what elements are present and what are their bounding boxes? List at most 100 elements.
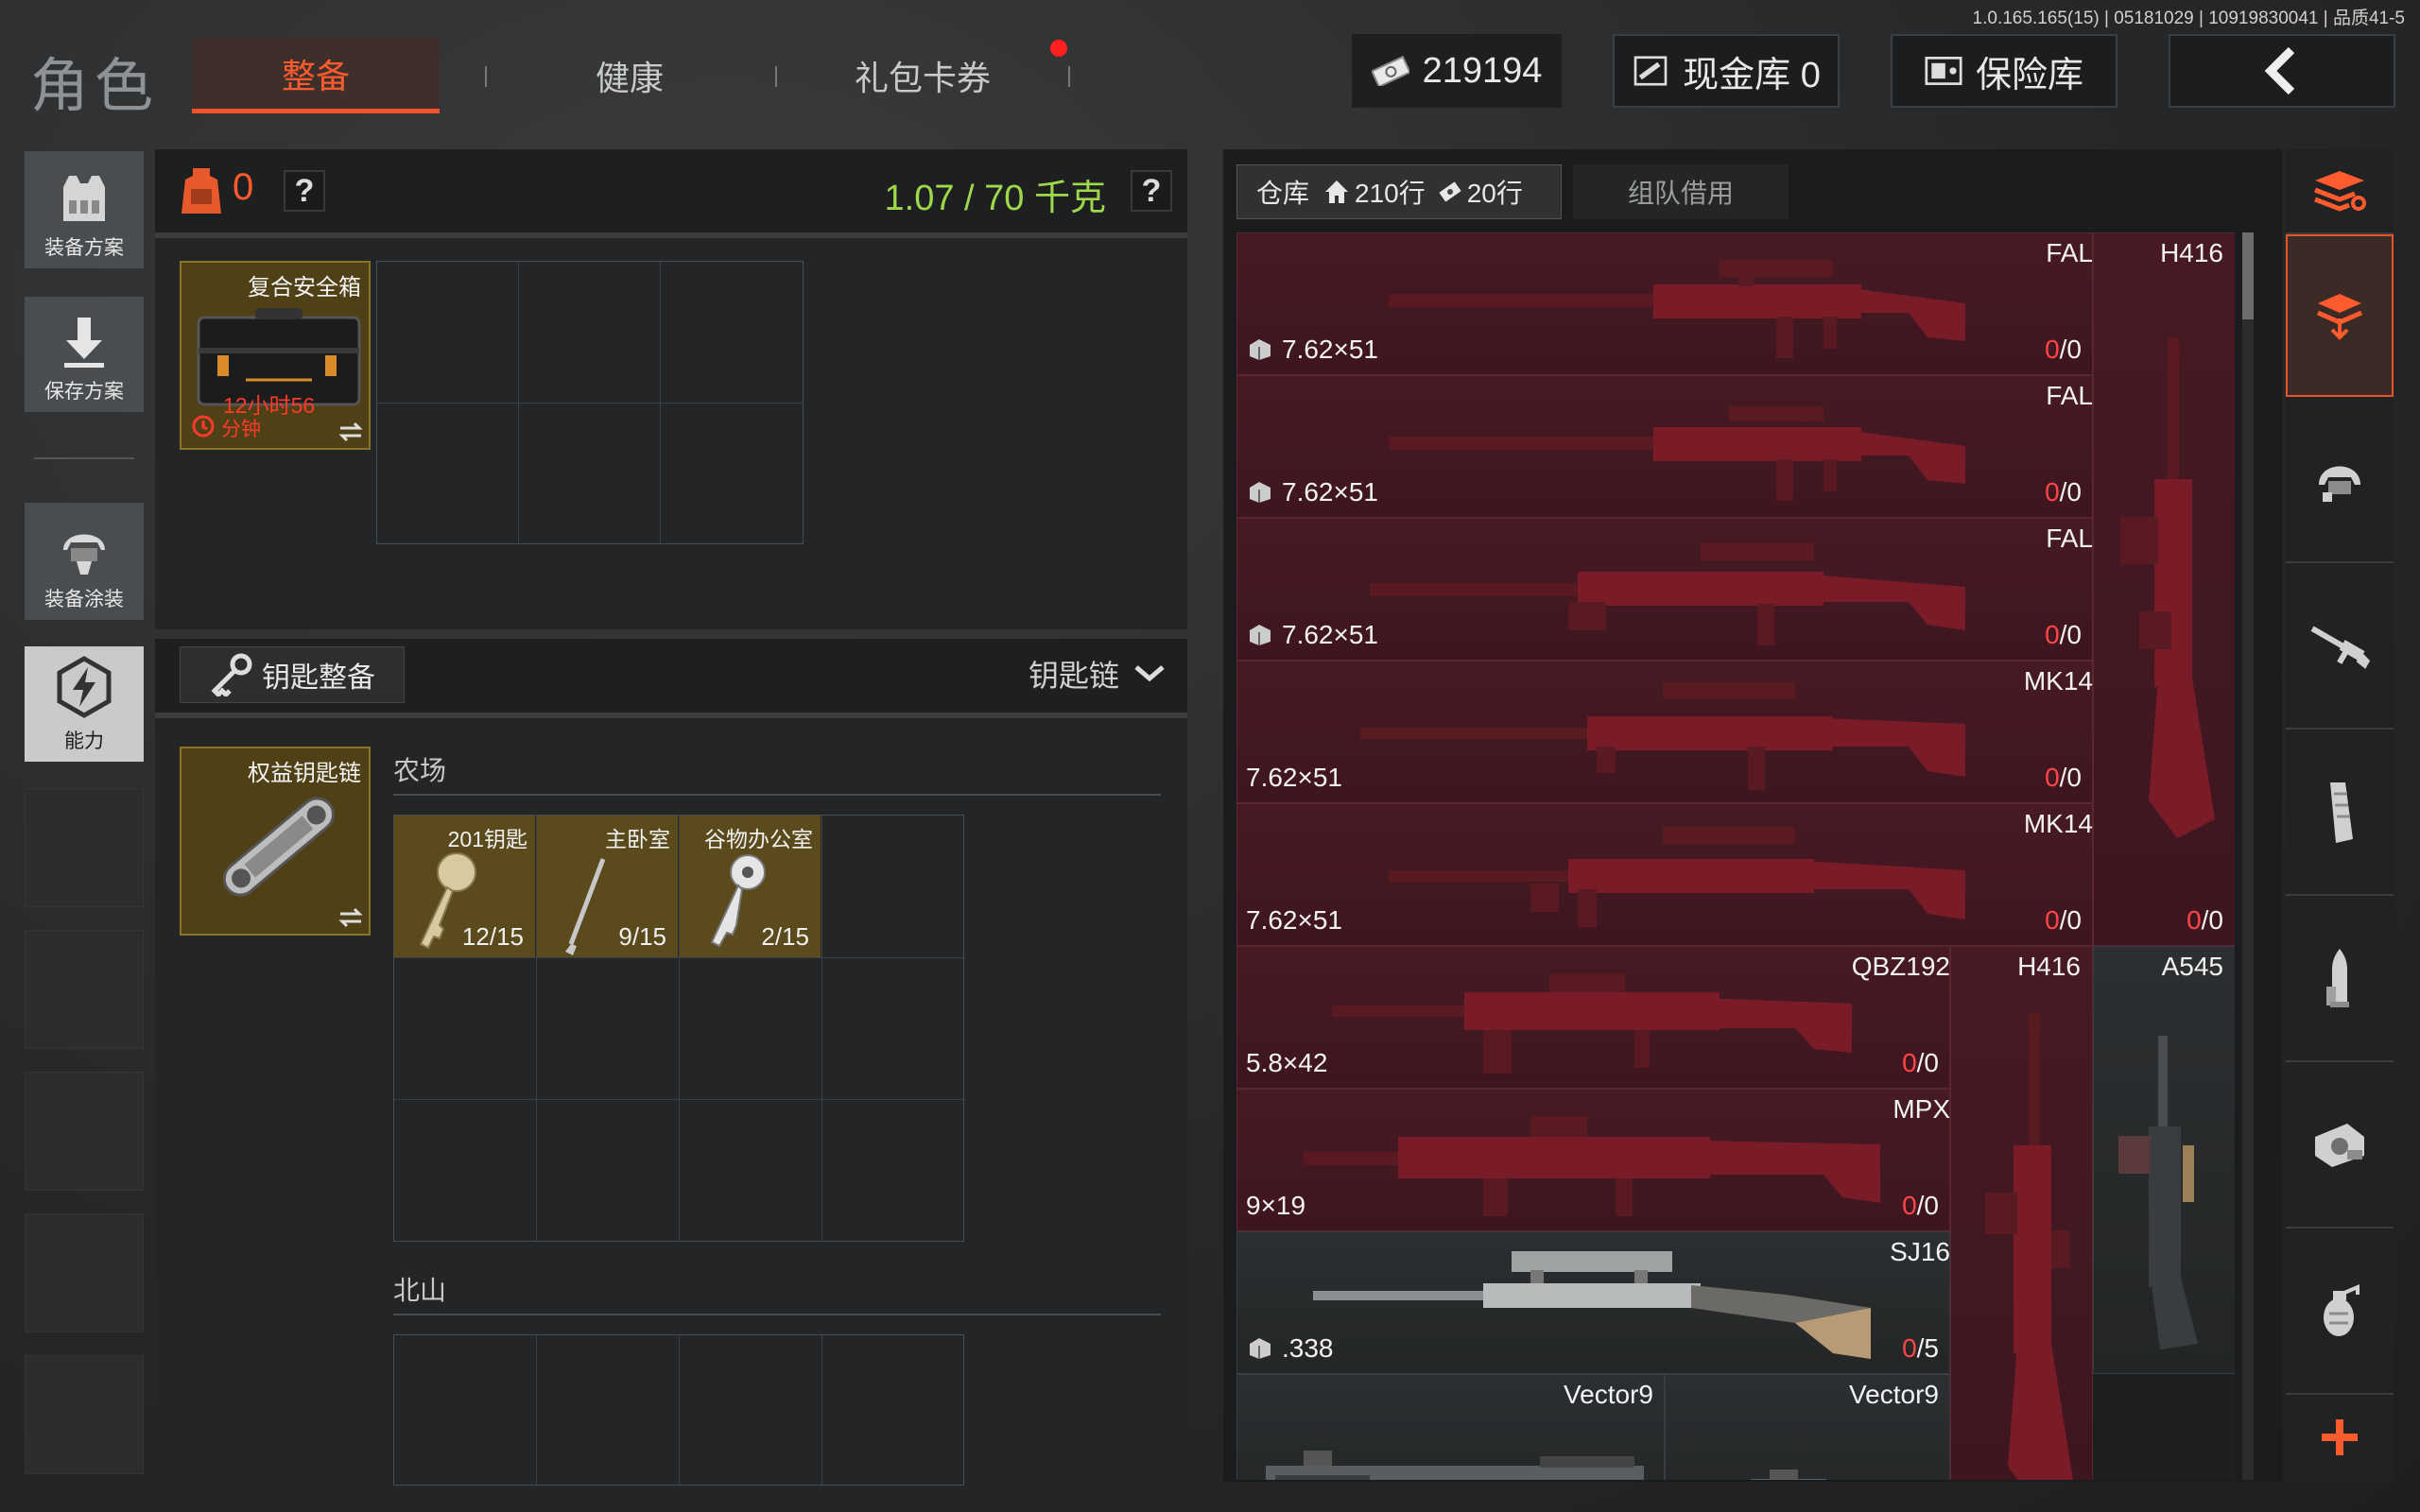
warehouse-rows: 210行 — [1355, 179, 1426, 208]
rifle-icon — [2310, 626, 2371, 669]
swap-icon[interactable] — [338, 421, 363, 442]
gear-header: 0 ? 1.07 / 70 千克 ? — [155, 149, 1187, 232]
cash-vault-button[interactable]: 现金库 0 — [1613, 34, 1840, 108]
weight-display: 1.07 / 70 千克 — [884, 179, 1106, 218]
weapon-item-vector9[interactable] — [1665, 1374, 1950, 1480]
beishan-key-grid[interactable] — [393, 1334, 964, 1486]
sj16-sniper-image — [1313, 1251, 1871, 1359]
menu-divider — [34, 457, 134, 459]
weapon-item-mpx[interactable] — [1236, 1089, 1950, 1231]
farm-key-grid[interactable]: 201钥匙 12/15 主卧室 9/15 谷物办公室 2/15 — [393, 815, 964, 1242]
key-count: 9/15 — [618, 922, 666, 951]
loadout-plan-label: 装备方案 — [44, 237, 124, 259]
keychain-item[interactable]: 权益钥匙链 — [180, 747, 371, 936]
grid-line — [394, 1099, 963, 1100]
category-rifle[interactable] — [2286, 563, 2394, 730]
scope-sight-icon — [2315, 1124, 2364, 1167]
currency-amount: 219194 — [1422, 50, 1543, 91]
warehouse-tab[interactable]: 仓库 210行 20行 — [1236, 164, 1562, 219]
ticket-icon — [1439, 181, 1461, 202]
grid-line — [536, 1335, 537, 1485]
vector9-smg-image — [1266, 1451, 1644, 1480]
weapon-item-fal[interactable] — [1236, 518, 2093, 661]
key-panel: 钥匙整备 钥匙链 权益钥匙链 农场 201钥匙 12/15 主卧室 9/15 谷… — [155, 639, 1187, 1486]
safe-box-item[interactable]: 复合安全箱 12小时56 分钟 — [180, 261, 371, 450]
category-ammo[interactable] — [2286, 896, 2394, 1062]
add-category-button[interactable] — [2286, 1395, 2394, 1480]
empty-ability-slot[interactable] — [25, 1355, 144, 1474]
weapon-item-fal[interactable] — [1236, 232, 2093, 375]
tab-divider — [485, 66, 487, 87]
gear-help-button[interactable]: ? — [284, 170, 325, 212]
safe-box-grid[interactable] — [376, 261, 804, 544]
weapon-item-mk14[interactable] — [1236, 803, 2093, 946]
empty-ability-slot[interactable] — [25, 930, 144, 1049]
tab-equip[interactable]: 整备 — [192, 38, 440, 113]
equipment-skin-button[interactable]: 装备涂装 — [25, 503, 144, 620]
grid-line — [394, 957, 963, 958]
weapon-item-a545[interactable] — [2093, 946, 2235, 1374]
weapon-item-sj16[interactable] — [1236, 1231, 1950, 1374]
warehouse-grid[interactable] — [1236, 232, 2235, 1480]
layers-download-icon — [2317, 294, 2362, 340]
mk14-rifle-image — [1389, 827, 1965, 927]
key-item[interactable]: 谷物办公室 2/15 — [680, 816, 821, 957]
back-arrow-icon — [2264, 46, 2295, 95]
weight-help-button[interactable]: ? — [1131, 170, 1172, 212]
weapon-item-qbz192[interactable] — [1236, 946, 1950, 1089]
magazine-icon — [2330, 782, 2353, 843]
save-plan-button[interactable]: 保存方案 — [25, 297, 144, 412]
weapon-item-fal[interactable] — [1236, 375, 2093, 518]
weapon-item-h416[interactable] — [2093, 232, 2235, 946]
category-magazine[interactable] — [2286, 730, 2394, 896]
safe-vault-button[interactable]: 保险库 — [1891, 34, 2118, 108]
key-item[interactable]: 201钥匙 12/15 — [394, 816, 536, 957]
ability-button[interactable]: 能力 — [25, 646, 144, 762]
empty-ability-slot[interactable] — [25, 1213, 144, 1332]
grid-line — [821, 1335, 822, 1485]
key-loadout-label: 钥匙整备 — [262, 662, 375, 694]
back-button[interactable] — [2169, 34, 2395, 108]
gear-count: 0 — [233, 166, 254, 208]
key-item[interactable]: 主卧室 9/15 — [537, 816, 679, 957]
ability-label: 能力 — [64, 730, 104, 752]
vest-icon — [63, 176, 105, 221]
vector9-smg-image — [1751, 1469, 1826, 1480]
safe-vault-icon — [1925, 57, 1962, 85]
cash-vault-label: 现金库 0 — [1683, 55, 1821, 95]
loadout-plan-button[interactable]: 装备方案 — [25, 151, 144, 268]
category-attachment[interactable] — [2286, 1062, 2394, 1228]
safe-box-name: 复合安全箱 — [248, 275, 361, 301]
divider — [155, 713, 1187, 718]
scrollbar-thumb[interactable] — [2242, 232, 2254, 319]
category-all[interactable] — [2286, 234, 2394, 397]
weapon-item-mk14[interactable] — [1236, 661, 2093, 803]
grenade-icon — [2324, 1283, 2360, 1336]
clock-icon — [192, 415, 215, 438]
sort-button[interactable] — [2286, 149, 2394, 234]
ammo-bullet-icon — [2326, 949, 2349, 1007]
key-name: 谷物办公室 — [704, 827, 813, 851]
keychain-dropdown-label: 钥匙链 — [1028, 659, 1119, 693]
safe-box-timer-unit: 分钟 — [221, 419, 261, 440]
tab-gift-cards[interactable]: 礼包卡券 — [799, 38, 1046, 113]
category-helmet[interactable] — [2286, 397, 2394, 563]
warehouse-scrollbar[interactable] — [2242, 232, 2254, 1480]
keychain-image — [222, 797, 335, 897]
weapon-item-vector9[interactable] — [1236, 1374, 1665, 1480]
skeleton-key-image — [565, 858, 606, 955]
tab-health[interactable]: 健康 — [506, 38, 753, 113]
category-grenade[interactable] — [2286, 1228, 2394, 1395]
key-name: 201钥匙 — [447, 827, 527, 851]
grid-line — [679, 1335, 680, 1485]
swap-icon[interactable] — [338, 907, 363, 928]
key-loadout-tab[interactable]: 钥匙整备 — [180, 646, 405, 703]
key-icon — [211, 653, 252, 696]
team-borrow-tab[interactable]: 组队借用 — [1573, 164, 1789, 219]
empty-ability-slot[interactable] — [25, 1072, 144, 1191]
chevron-down-icon — [1134, 665, 1165, 682]
weapon-item-h416[interactable] — [1950, 946, 2093, 1480]
keychain-dropdown[interactable]: 钥匙链 — [1028, 652, 1168, 696]
a545-rifle-vertical-image — [2118, 1036, 2198, 1349]
empty-ability-slot[interactable] — [25, 788, 144, 907]
